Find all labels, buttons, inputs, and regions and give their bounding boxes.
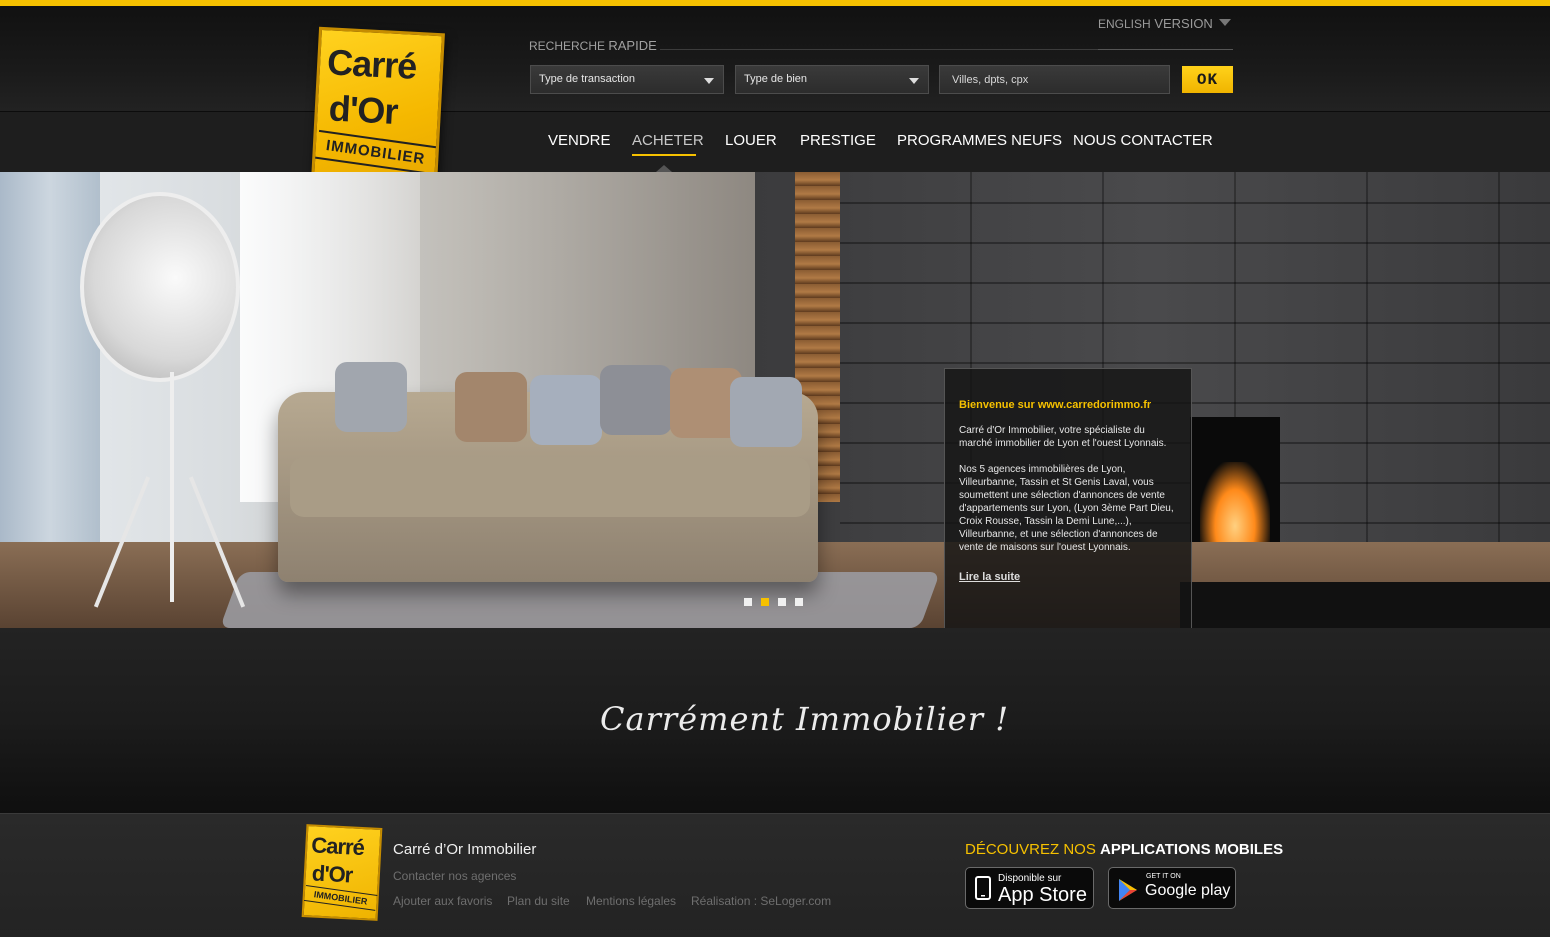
- language-switch[interactable]: ENGLISH VERSION: [1098, 16, 1213, 31]
- slide-dot-2[interactable]: [761, 598, 769, 606]
- app-store-badge[interactable]: Disponible sur App Store: [965, 867, 1094, 909]
- google-play-small-text: GET IT ON: [1146, 873, 1181, 880]
- dropdown-arrow-icon: [704, 78, 714, 84]
- nav-active-underline: [632, 154, 696, 156]
- footer-contact-link[interactable]: Contacter nos agences: [393, 869, 516, 883]
- logo-line-2: d'Or: [327, 87, 399, 132]
- nav-active-pointer: [656, 165, 672, 172]
- nav-item-louer[interactable]: LOUER: [725, 132, 777, 149]
- nav-item-nous-contacter[interactable]: NOUS CONTACTER: [1073, 132, 1213, 149]
- nav-item-acheter[interactable]: ACHETER: [632, 132, 704, 149]
- nav-item-prestige[interactable]: PRESTIGE: [800, 132, 876, 149]
- slide-dot-3[interactable]: [778, 598, 786, 606]
- footer-logo-line-2: d'Or: [311, 860, 353, 888]
- footer: [0, 813, 1550, 937]
- hero-sofa-seat: [290, 457, 810, 517]
- search-submit-button[interactable]: OK: [1182, 66, 1233, 93]
- dropdown-arrow-icon: [909, 78, 919, 84]
- footer-link-favoris[interactable]: Ajouter aux favoris: [393, 894, 492, 908]
- property-type-value: Type de bien: [744, 73, 807, 85]
- transaction-type-select[interactable]: Type de transaction: [530, 65, 724, 94]
- app-store-small-text: Disponible sur: [998, 873, 1062, 884]
- mobile-apps-title-prefix: DÉCOUVREZ NOS: [965, 841, 1096, 858]
- footer-link-realisation[interactable]: Réalisation : SeLoger.com: [691, 894, 831, 908]
- welcome-panel: Bienvenue sur www.carredorimmo.fr Carré …: [944, 368, 1192, 638]
- hero-slideshow: [0, 172, 1550, 628]
- mobile-apps-title-highlight: APPLICATIONS MOBILES: [1100, 841, 1284, 858]
- read-more-link[interactable]: Lire la suite: [959, 571, 1020, 583]
- language-switch-label: VERSION: [1154, 16, 1213, 31]
- chevron-down-icon[interactable]: [1219, 19, 1231, 26]
- mobile-apps-title: DÉCOUVREZ NOS APPLICATIONS MOBILES: [965, 841, 1283, 858]
- welcome-paragraph-2: Nos 5 agences immobilières de Lyon, Vill…: [959, 464, 1174, 553]
- language-switch-prefix: ENGLISH: [1098, 17, 1151, 31]
- google-play-badge[interactable]: GET IT ON Google play: [1108, 867, 1236, 909]
- quick-search-title-prefix: RECHERCHE: [529, 39, 606, 53]
- hero-floor-lamp: [80, 192, 240, 382]
- footer-link-plan-du-site[interactable]: Plan du site: [507, 894, 570, 908]
- footer-link-mentions-legales[interactable]: Mentions légales: [586, 894, 676, 908]
- hero-hearth: [1180, 582, 1550, 628]
- quick-search-title: RECHERCHE RAPIDE: [529, 38, 657, 53]
- apple-icon: [975, 876, 991, 900]
- header-background: [0, 6, 1550, 111]
- hero-pillow: [530, 375, 602, 445]
- footer-logo-line-1: Carré: [310, 832, 365, 861]
- app-store-big-text: App Store: [998, 884, 1087, 906]
- property-type-select[interactable]: Type de bien: [735, 65, 929, 94]
- site-logo[interactable]: Carré d'Or IMMOBILIER: [311, 26, 445, 188]
- language-divider: [1098, 49, 1233, 50]
- nav-item-programmes-neufs[interactable]: PROGRAMMES NEUFS: [897, 132, 1062, 149]
- hero-pillow: [730, 377, 802, 447]
- hero-pillow: [455, 372, 527, 442]
- hero-fire: [1200, 462, 1270, 542]
- tagline: Carrément Immobilier !: [600, 700, 1010, 738]
- transaction-type-value: Type de transaction: [539, 73, 636, 85]
- hero-pillow: [600, 365, 672, 435]
- quick-search-title-suffix: RAPIDE: [608, 38, 657, 53]
- welcome-title: Bienvenue sur www.carredorimmo.fr: [959, 399, 1152, 411]
- google-play-big-text: Google play: [1145, 882, 1231, 899]
- logo-line-1: Carré: [326, 41, 418, 87]
- google-play-icon: [1119, 879, 1137, 901]
- welcome-paragraph-1: Carré d'Or Immobilier, votre spécialiste…: [959, 425, 1167, 449]
- hero-pillow: [335, 362, 407, 432]
- hero-lamp-leg: [170, 372, 174, 602]
- slide-dot-1[interactable]: [744, 598, 752, 606]
- slide-dot-4[interactable]: [795, 598, 803, 606]
- footer-company-name: Carré d’Or Immobilier: [393, 841, 537, 858]
- location-search-input[interactable]: [939, 65, 1170, 94]
- nav-item-vendre[interactable]: VENDRE: [548, 132, 611, 149]
- footer-logo[interactable]: Carré d'Or IMMOBILIER: [301, 824, 383, 921]
